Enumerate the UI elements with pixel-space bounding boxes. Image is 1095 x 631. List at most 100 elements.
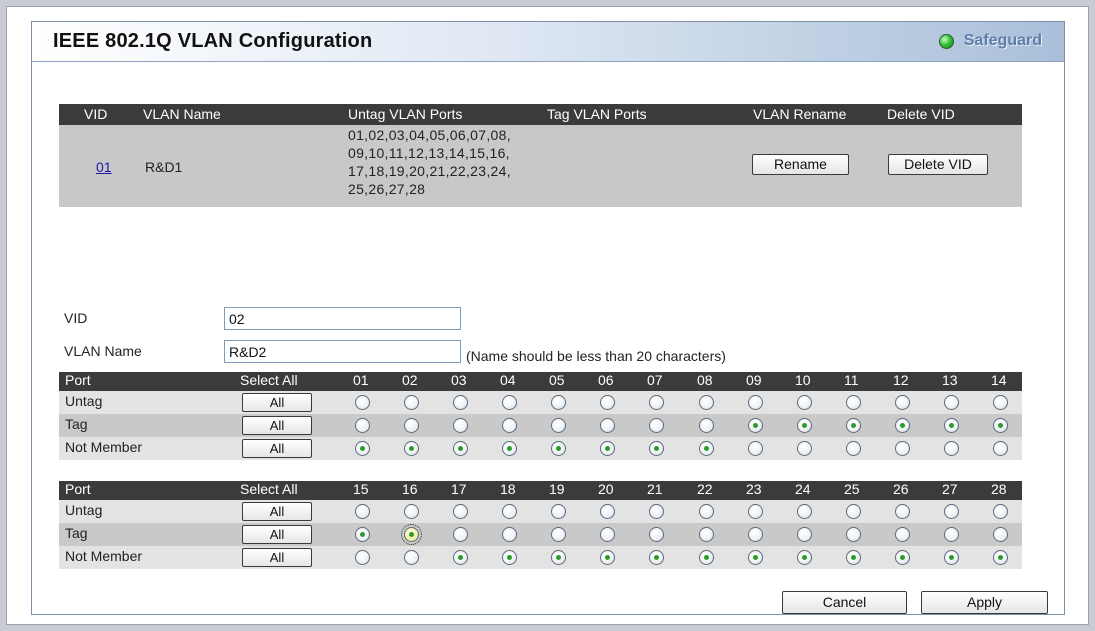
radio-tag-port-23[interactable] xyxy=(748,527,763,542)
radio-untag-port-19[interactable] xyxy=(551,504,566,519)
apply-button[interactable]: Apply xyxy=(921,591,1048,614)
radio-not-member-port-25[interactable] xyxy=(846,550,861,565)
radio-not-member-port-20[interactable] xyxy=(600,550,615,565)
radio-untag-port-11[interactable] xyxy=(846,395,861,410)
radio-tag-port-12[interactable] xyxy=(895,418,910,433)
vid-link[interactable]: 01 xyxy=(96,159,112,175)
radio-untag-port-18[interactable] xyxy=(502,504,517,519)
radio-tag-port-13[interactable] xyxy=(944,418,959,433)
radio-tag-port-16[interactable] xyxy=(401,524,422,545)
radio-untag-port-26[interactable] xyxy=(895,504,910,519)
radio-untag-port-27[interactable] xyxy=(944,504,959,519)
radio-not-member-port-24[interactable] xyxy=(797,550,812,565)
radio-tag-port-21[interactable] xyxy=(649,527,664,542)
select-all-tag-button[interactable]: All xyxy=(242,525,312,544)
radio-tag-port-06[interactable] xyxy=(600,418,615,433)
radio-not-member-port-02[interactable] xyxy=(404,441,419,456)
radio-not-member-port-09[interactable] xyxy=(748,441,763,456)
radio-not-member-port-04[interactable] xyxy=(502,441,517,456)
radio-untag-port-21[interactable] xyxy=(649,504,664,519)
radio-tag-port-19[interactable] xyxy=(551,527,566,542)
radio-not-member-port-27[interactable] xyxy=(944,550,959,565)
radio-untag-port-02[interactable] xyxy=(404,395,419,410)
radio-tag-port-17[interactable] xyxy=(453,527,468,542)
radio-not-member-port-15[interactable] xyxy=(355,550,370,565)
radio-tag-port-18[interactable] xyxy=(502,527,517,542)
radio-untag-port-15[interactable] xyxy=(355,504,370,519)
radio-untag-port-28[interactable] xyxy=(993,504,1008,519)
radio-untag-port-14[interactable] xyxy=(993,395,1008,410)
radio-untag-port-22[interactable] xyxy=(699,504,714,519)
radio-untag-port-01[interactable] xyxy=(355,395,370,410)
radio-not-member-port-12[interactable] xyxy=(895,441,910,456)
radio-not-member-port-22[interactable] xyxy=(699,550,714,565)
radio-not-member-port-17[interactable] xyxy=(453,550,468,565)
radio-not-member-port-16[interactable] xyxy=(404,550,419,565)
radio-tag-port-22[interactable] xyxy=(699,527,714,542)
radio-tag-port-05[interactable] xyxy=(551,418,566,433)
radio-tag-port-20[interactable] xyxy=(600,527,615,542)
select-all-untag-button[interactable]: All xyxy=(242,393,312,412)
radio-tag-port-04[interactable] xyxy=(502,418,517,433)
radio-not-member-port-07[interactable] xyxy=(649,441,664,456)
radio-untag-port-04[interactable] xyxy=(502,395,517,410)
radio-tag-port-24[interactable] xyxy=(797,527,812,542)
radio-tag-port-25[interactable] xyxy=(846,527,861,542)
radio-not-member-port-26[interactable] xyxy=(895,550,910,565)
radio-untag-port-08[interactable] xyxy=(699,395,714,410)
radio-not-member-port-01[interactable] xyxy=(355,441,370,456)
radio-untag-port-07[interactable] xyxy=(649,395,664,410)
radio-not-member-port-21[interactable] xyxy=(649,550,664,565)
radio-tag-port-15[interactable] xyxy=(355,527,370,542)
radio-untag-port-17[interactable] xyxy=(453,504,468,519)
radio-tag-port-27[interactable] xyxy=(944,527,959,542)
radio-not-member-port-28[interactable] xyxy=(993,550,1008,565)
vlan-config-panel: IEEE 802.1Q VLAN Configuration Safeguard… xyxy=(31,21,1065,615)
radio-tag-port-10[interactable] xyxy=(797,418,812,433)
radio-untag-port-12[interactable] xyxy=(895,395,910,410)
radio-untag-port-25[interactable] xyxy=(846,504,861,519)
radio-not-member-port-05[interactable] xyxy=(551,441,566,456)
radio-untag-port-13[interactable] xyxy=(944,395,959,410)
cancel-button[interactable]: Cancel xyxy=(782,591,907,614)
radio-untag-port-23[interactable] xyxy=(748,504,763,519)
radio-not-member-port-13[interactable] xyxy=(944,441,959,456)
radio-untag-port-24[interactable] xyxy=(797,504,812,519)
radio-untag-port-20[interactable] xyxy=(600,504,615,519)
radio-not-member-port-06[interactable] xyxy=(600,441,615,456)
select-all-tag-button[interactable]: All xyxy=(242,416,312,435)
radio-tag-port-01[interactable] xyxy=(355,418,370,433)
vid-input[interactable] xyxy=(224,307,461,330)
radio-tag-port-11[interactable] xyxy=(846,418,861,433)
radio-not-member-port-10[interactable] xyxy=(797,441,812,456)
safeguard-indicator: Safeguard xyxy=(938,32,1042,50)
radio-tag-port-26[interactable] xyxy=(895,527,910,542)
radio-tag-port-09[interactable] xyxy=(748,418,763,433)
radio-not-member-port-11[interactable] xyxy=(846,441,861,456)
radio-untag-port-10[interactable] xyxy=(797,395,812,410)
radio-untag-port-09[interactable] xyxy=(748,395,763,410)
select-all-untag-button[interactable]: All xyxy=(242,502,312,521)
radio-tag-port-03[interactable] xyxy=(453,418,468,433)
radio-untag-port-16[interactable] xyxy=(404,504,419,519)
radio-tag-port-02[interactable] xyxy=(404,418,419,433)
radio-untag-port-05[interactable] xyxy=(551,395,566,410)
select-all-not-member-button[interactable]: All xyxy=(242,548,312,567)
radio-tag-port-07[interactable] xyxy=(649,418,664,433)
select-all-not-member-button[interactable]: All xyxy=(242,439,312,458)
rename-button[interactable]: Rename xyxy=(752,154,849,175)
radio-tag-port-14[interactable] xyxy=(993,418,1008,433)
radio-not-member-port-19[interactable] xyxy=(551,550,566,565)
radio-untag-port-06[interactable] xyxy=(600,395,615,410)
radio-not-member-port-14[interactable] xyxy=(993,441,1008,456)
vlan-name-input[interactable] xyxy=(224,340,461,363)
radio-tag-port-28[interactable] xyxy=(993,527,1008,542)
port-number-25: 25 xyxy=(844,481,860,497)
radio-not-member-port-23[interactable] xyxy=(748,550,763,565)
radio-not-member-port-08[interactable] xyxy=(699,441,714,456)
radio-not-member-port-18[interactable] xyxy=(502,550,517,565)
delete-vid-button[interactable]: Delete VID xyxy=(888,154,988,175)
radio-not-member-port-03[interactable] xyxy=(453,441,468,456)
radio-untag-port-03[interactable] xyxy=(453,395,468,410)
radio-tag-port-08[interactable] xyxy=(699,418,714,433)
